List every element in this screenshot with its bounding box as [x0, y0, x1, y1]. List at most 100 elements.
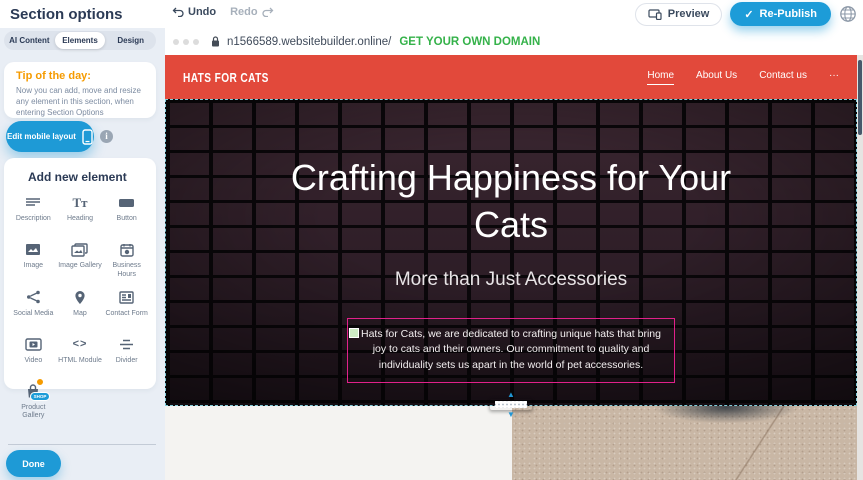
tip-body: Now you can add, move and resize any ele… — [16, 86, 144, 118]
hero-paragraph-text: Hats for Cats, we are dedicated to craft… — [361, 328, 661, 372]
scrollbar-thumb[interactable] — [858, 60, 862, 135]
element-item-image-gallery[interactable]: Image Gallery — [57, 241, 104, 280]
preview-label: Preview — [668, 8, 710, 20]
image-gallery-icon — [71, 243, 88, 257]
description-icon — [25, 197, 41, 209]
get-your-own-domain-link[interactable]: GET YOUR OWN DOMAIN — [399, 36, 540, 48]
element-item-description[interactable]: Description — [10, 194, 57, 232]
element-label: Product Gallery — [11, 404, 55, 422]
sidebar-tabs: AI Content Elements Design — [4, 31, 156, 50]
element-label: Map — [73, 310, 87, 319]
undo-redo-group: Undo Redo — [172, 6, 274, 18]
element-label: HTML Module — [58, 357, 102, 366]
site-url: n1566589.websitebuilder.online/ — [227, 36, 391, 48]
resize-up-arrow-icon: ▲ — [507, 391, 515, 398]
edit-mobile-layout-button[interactable]: Edit mobile layout — [6, 121, 94, 152]
element-label: Social Media — [13, 310, 53, 319]
element-item-divider[interactable]: Divider — [103, 336, 150, 374]
element-label: Video — [24, 357, 42, 366]
element-label: Divider — [116, 357, 138, 366]
devices-icon — [648, 9, 662, 20]
element-item-html-module[interactable]: <> HTML Module — [57, 336, 104, 374]
redo-label: Redo — [230, 6, 258, 18]
video-icon — [25, 338, 42, 351]
tab-ai-content[interactable]: AI Content — [4, 32, 55, 49]
element-item-social-media[interactable]: Social Media — [10, 289, 57, 327]
button-icon — [118, 197, 135, 209]
image-icon — [25, 243, 41, 256]
element-grid: Description Tт Heading Button Image Imag… — [10, 194, 150, 421]
site-logo[interactable]: HATS FOR CATS — [183, 70, 269, 85]
sidebar-divider — [8, 444, 156, 445]
topbar-actions: Preview ✓ Re-Publish — [635, 2, 857, 26]
hero-paragraph-element[interactable]: Hats for Cats, we are dedicated to craft… — [347, 318, 675, 383]
element-item-product-gallery[interactable]: SHOP Product Gallery — [10, 383, 57, 422]
tab-design[interactable]: Design — [105, 32, 156, 49]
redo-button[interactable]: Redo — [230, 6, 274, 18]
preview-scrollbar[interactable] — [857, 55, 863, 480]
cat-photo — [512, 406, 857, 480]
html-module-icon: <> — [73, 338, 88, 350]
nav-item-home[interactable]: Home — [647, 70, 674, 85]
site-preview: HATS FOR CATS Home About Us Contact us ·… — [165, 55, 857, 480]
hero-subheading[interactable]: More than Just Accessories — [166, 269, 856, 291]
element-label: Contact Form — [105, 310, 147, 319]
element-label: Image Gallery — [58, 262, 102, 271]
divider-icon — [119, 339, 134, 350]
site-header: HATS FOR CATS Home About Us Contact us ·… — [165, 55, 857, 99]
element-item-button[interactable]: Button — [103, 194, 150, 232]
undo-button[interactable]: Undo — [172, 6, 216, 18]
site-nav: Home About Us Contact us ··· — [647, 70, 839, 85]
hero-section[interactable]: Crafting Happiness for Your Cats More th… — [165, 99, 857, 406]
republish-label: Re-Publish — [760, 8, 817, 20]
tab-elements[interactable]: Elements — [55, 32, 106, 49]
element-label: Business Hours — [105, 262, 149, 280]
add-panel-title: Add new element — [28, 170, 150, 184]
social-media-icon — [26, 290, 41, 304]
republish-button[interactable]: ✓ Re-Publish — [730, 2, 831, 26]
hero-heading[interactable]: Crafting Happiness for Your Cats — [261, 155, 761, 249]
element-item-heading[interactable]: Tт Heading — [57, 194, 104, 232]
undo-label: Undo — [188, 6, 216, 18]
heading-icon: Tт — [72, 195, 87, 211]
section-resize-control: ▲ ▼ — [484, 391, 538, 421]
element-item-map[interactable]: Map — [57, 289, 104, 327]
business-hours-icon — [120, 243, 134, 257]
nav-more-menu[interactable]: ··· — [829, 70, 839, 84]
element-resize-handle[interactable] — [349, 328, 359, 338]
contact-form-icon — [119, 291, 134, 304]
map-icon — [74, 290, 86, 305]
tip-title: Tip of the day: — [16, 70, 144, 82]
page-title: Section options — [10, 6, 123, 23]
done-button[interactable]: Done — [6, 450, 61, 477]
browser-dot — [183, 39, 189, 45]
browser-dot — [173, 39, 179, 45]
element-label: Description — [16, 215, 51, 224]
element-item-contact-form[interactable]: Contact Form — [103, 289, 150, 327]
new-badge-dot — [36, 378, 44, 386]
resize-down-arrow-icon: ▼ — [507, 411, 515, 418]
undo-icon — [172, 7, 184, 17]
element-item-business-hours[interactable]: Business Hours — [103, 241, 150, 280]
element-item-image[interactable]: Image — [10, 241, 57, 280]
shop-badge: SHOP — [30, 392, 51, 401]
add-new-element-panel: Add new element Description Tт Heading B… — [4, 158, 156, 389]
nav-item-about-us[interactable]: About Us — [696, 70, 737, 84]
preview-button[interactable]: Preview — [635, 3, 723, 26]
check-icon: ✓ — [744, 8, 753, 21]
browser-dot — [193, 39, 199, 45]
tip-of-the-day-card: Tip of the day: Now you can add, move an… — [4, 62, 156, 118]
element-label: Button — [117, 215, 137, 224]
globe-icon[interactable] — [839, 5, 857, 23]
browser-dots — [173, 39, 199, 45]
editor-topbar: Section options Undo Redo Preview ✓ Re-P… — [0, 0, 863, 28]
element-label: Heading — [67, 215, 93, 224]
browser-url-bar: n1566589.websitebuilder.online/ GET YOUR… — [165, 28, 863, 55]
edit-mobile-layout-label: Edit mobile layout — [7, 132, 76, 141]
smartphone-icon — [82, 129, 93, 145]
element-label: Image — [24, 262, 43, 271]
redo-icon — [262, 7, 274, 17]
info-icon[interactable]: i — [100, 130, 113, 143]
element-item-video[interactable]: Video — [10, 336, 57, 374]
nav-item-contact-us[interactable]: Contact us — [759, 70, 807, 84]
